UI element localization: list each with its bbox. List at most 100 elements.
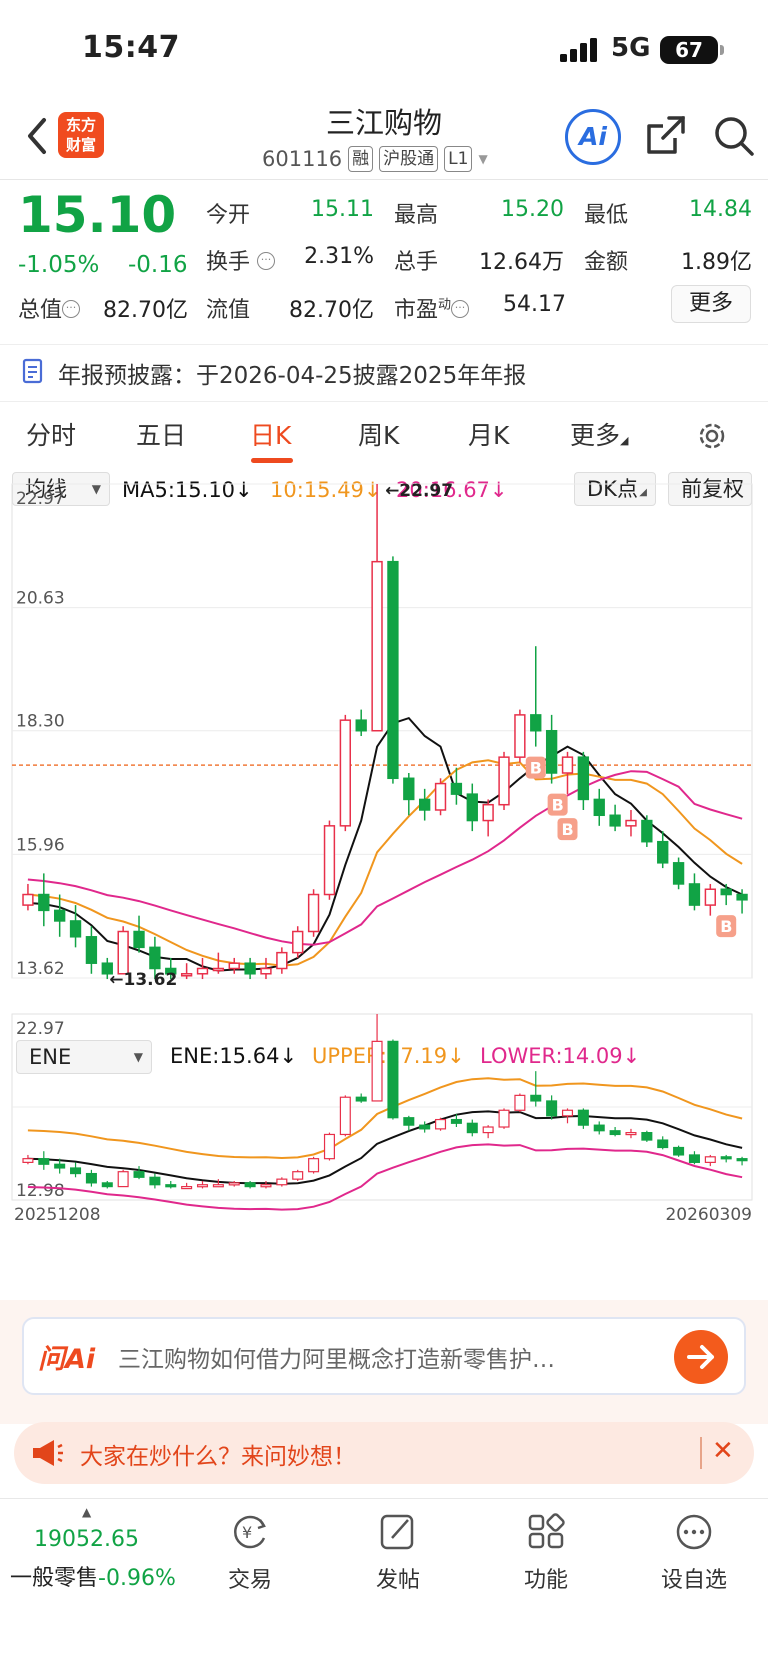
nav-customize[interactable]: 设自选 — [634, 1512, 754, 1594]
candle-body — [593, 798, 605, 817]
turnover-value: 2.31% — [304, 244, 374, 269]
min-price-label: ←13.62 — [109, 970, 177, 990]
tab-5day[interactable]: 五日 — [136, 416, 186, 452]
candle-body — [720, 888, 732, 896]
search-icon[interactable] — [712, 114, 756, 158]
ene-candle-body — [371, 1040, 383, 1102]
ene-candle-body — [292, 1171, 304, 1180]
ene-candle-body — [54, 1163, 66, 1169]
amount-value: 1.89亿 — [681, 250, 752, 275]
float-label: 流值 — [206, 298, 251, 323]
ene-candle-body — [22, 1158, 34, 1163]
nav-functions[interactable]: 功能 — [486, 1512, 606, 1594]
info-icon[interactable]: ··· — [257, 252, 276, 270]
y-tick-label: 22.97 — [16, 489, 65, 509]
chevron-down-icon: ▼ — [478, 152, 488, 166]
candle-body — [625, 819, 637, 827]
ene-candle-body — [530, 1094, 542, 1102]
candle-body — [54, 909, 66, 922]
ask-ai-question[interactable]: 三江购物如何借力阿里概念打造新零售护… — [118, 1340, 638, 1374]
ene-candle-body — [149, 1176, 161, 1186]
close-icon[interactable]: ✕ — [712, 1436, 734, 1466]
candle-body — [545, 729, 558, 774]
ene-candle-body — [720, 1156, 732, 1160]
ene-candle-body — [181, 1185, 193, 1190]
ene-candle-body — [101, 1182, 113, 1188]
header-divider — [0, 179, 768, 180]
ene-candle-body — [38, 1158, 50, 1165]
ene-candle-body — [498, 1109, 510, 1128]
candle-body — [276, 951, 288, 970]
ene-candle-body — [704, 1156, 716, 1163]
edit-icon — [380, 1514, 414, 1550]
ene-candle-body — [117, 1171, 129, 1188]
float-value: 82.70亿 — [289, 298, 374, 323]
buy-signal-label: B — [552, 796, 564, 815]
battery-cap — [720, 45, 724, 55]
tab-monthly-k[interactable]: 月K — [468, 416, 509, 452]
ene-y-tick-label: 12.98 — [16, 1181, 65, 1201]
ene-candle-body — [228, 1182, 240, 1186]
candle-body — [736, 893, 748, 901]
candle-body — [69, 920, 82, 938]
battery-icon: 67 — [660, 36, 718, 64]
candle-body — [530, 714, 542, 732]
kline-chart[interactable]: 22.9720.6318.3015.9613.62 ←22.97←13.62BB… — [0, 468, 768, 1298]
date-start-label: 20251208 — [14, 1205, 101, 1225]
share-icon[interactable] — [645, 114, 687, 156]
ene-candle-body — [688, 1154, 700, 1163]
more-button[interactable]: 更多 — [671, 285, 751, 323]
amount-label: 金额 — [584, 250, 629, 275]
candle-body — [244, 962, 256, 975]
pe-value: 54.17 — [503, 292, 566, 317]
ene-candle-body — [561, 1109, 574, 1117]
sector-name[interactable]: 一般零售-0.96% — [10, 1560, 176, 1592]
y-tick-label: 15.96 — [16, 835, 65, 855]
ene-candle-body — [387, 1040, 399, 1119]
signal-icon — [560, 38, 597, 62]
ma20-line — [27, 770, 743, 946]
sector-index-value[interactable]: 19052.65 — [34, 1527, 139, 1552]
current-price: 15.10 — [18, 186, 177, 244]
tab-intraday[interactable]: 分时 — [26, 416, 76, 452]
y-tick-label: 18.30 — [16, 712, 65, 732]
nav-post[interactable]: 发帖 — [338, 1512, 458, 1594]
high-value: 15.20 — [501, 197, 564, 222]
volume-label: 总手 — [394, 250, 439, 275]
info-icon[interactable]: ··· — [451, 300, 470, 318]
y-tick-label: 20.63 — [16, 589, 65, 609]
tab-more[interactable]: 更多◢ — [570, 416, 628, 452]
gear-icon[interactable] — [694, 418, 730, 454]
ene-candle-body — [593, 1124, 605, 1132]
ene-candle-body — [673, 1146, 685, 1156]
candle-body — [641, 819, 653, 843]
ene-y-tick-label: 22.97 — [16, 1019, 65, 1039]
tab-daily-k[interactable]: 日K — [250, 416, 291, 452]
nav-post-label: 发帖 — [375, 1568, 420, 1593]
ene-candle-body — [70, 1167, 82, 1175]
ene-candle-body — [482, 1126, 494, 1134]
ene-candle-body — [577, 1109, 589, 1126]
candle-body — [196, 967, 209, 975]
max-price-label: ←22.97 — [385, 481, 453, 501]
ene-candle-body — [276, 1178, 288, 1186]
candle-body — [609, 814, 621, 827]
arrow-right-icon[interactable] — [674, 1330, 728, 1384]
change-amount: -0.16 — [128, 252, 188, 278]
ene-candle-body — [466, 1122, 478, 1134]
tag-level: L1 — [444, 146, 473, 172]
info-icon[interactable]: ··· — [62, 300, 81, 318]
nav-customize-label: 设自选 — [660, 1568, 727, 1593]
ene-candle-body — [435, 1118, 447, 1130]
candle-body — [657, 840, 669, 864]
ene-candle-body — [625, 1132, 637, 1136]
more-dots-icon — [676, 1514, 712, 1550]
candle-body — [38, 893, 50, 912]
ene-candle-body — [450, 1118, 462, 1124]
open-label: 今开 — [206, 203, 251, 228]
ene-candle-body — [85, 1172, 97, 1184]
tab-weekly-k[interactable]: 周K — [358, 416, 399, 452]
ai-button[interactable]: Ai — [565, 109, 621, 165]
nav-trade[interactable]: ¥ 交易 — [190, 1512, 310, 1594]
stock-code-row[interactable]: 601116 融 沪股通 L1 ▼ — [262, 146, 488, 172]
